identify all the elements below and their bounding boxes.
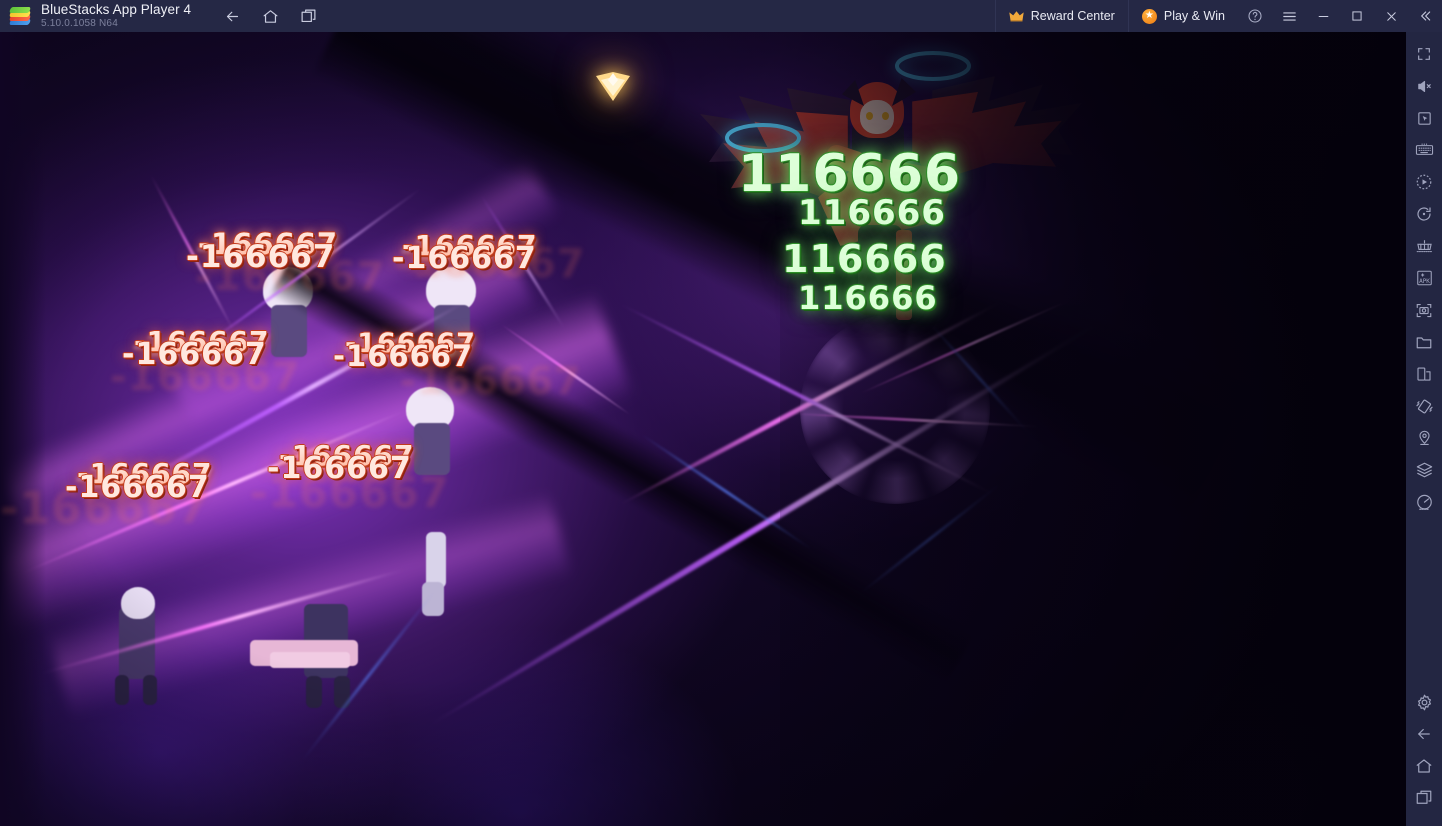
energy-beam (789, 412, 1040, 429)
sidebar-item-macro-recorder[interactable] (1406, 166, 1442, 198)
svg-text:APK: APK (1419, 278, 1430, 285)
sidebar-top-items: APK (1406, 32, 1442, 518)
scene-left-edge-shade (0, 32, 46, 826)
energy-beam (619, 302, 996, 497)
titlebar-nav-group (217, 3, 323, 29)
menu-icon (1282, 11, 1296, 21)
damage-number-red: -166667 (267, 451, 412, 486)
sidebar-item-install-apk[interactable]: APK (1406, 262, 1442, 294)
home-icon (263, 9, 278, 23)
titlebar-back-button[interactable] (217, 3, 247, 29)
back-icon (226, 11, 238, 21)
keyboard-controls-icon (1415, 143, 1433, 155)
energy-beam (639, 432, 815, 553)
sidebar-item-location[interactable] (1406, 422, 1442, 454)
sidebar-item-screenshot[interactable] (1406, 294, 1442, 326)
bluestacks-logo-icon (8, 5, 32, 27)
help-icon (1248, 9, 1262, 23)
scene-vignette (0, 32, 1406, 826)
sidebar-item-home[interactable] (1406, 750, 1442, 782)
sidebar-item-multi-window[interactable] (1406, 358, 1442, 390)
recents-icon (301, 9, 316, 22)
multi-window-icon (1417, 367, 1431, 381)
sidebar-item-game-controls[interactable] (1406, 134, 1442, 166)
scene-background (0, 32, 1406, 826)
window-title-block: BlueStacks App Player 4 5.10.0.1058 N64 (41, 3, 191, 30)
crown-icon (1009, 10, 1024, 22)
window-titlebar: BlueStacks App Player 4 5.10.0.1058 N64 (0, 0, 1442, 32)
damage-number-green: 116666 (798, 193, 946, 233)
reward-center-button[interactable]: Reward Center (994, 0, 1128, 32)
reward-center-label: Reward Center (1030, 9, 1115, 23)
sidebar-item-media-manager[interactable] (1406, 326, 1442, 358)
impact-burst-effect (800, 314, 990, 504)
energy-beam (859, 481, 1003, 595)
multi-instance-icon (1416, 239, 1432, 252)
layers-icon (1416, 462, 1432, 478)
energy-beam (928, 322, 1032, 436)
titlebar-right-group: Reward Center ★ Play & Win (994, 0, 1442, 32)
performance-icon (1416, 494, 1432, 510)
titlebar-home-button[interactable] (255, 3, 285, 29)
rotate-icon (1417, 207, 1431, 221)
sidebar-item-recents[interactable] (1406, 782, 1442, 814)
media-manager-icon (1416, 336, 1432, 348)
game-viewport[interactable]: -166667 -166667 -166667 -166667 -166667 … (0, 32, 1406, 826)
halo-icon (895, 51, 971, 81)
ally-character (250, 592, 400, 708)
collapse-icon (1421, 11, 1431, 21)
collapse-sidebar-button[interactable] (1408, 0, 1442, 32)
screenshot-icon (1416, 303, 1432, 317)
damage-number-green: 116666 (782, 237, 947, 281)
app-version: 5.10.0.1058 N64 (41, 18, 118, 30)
close-icon (1386, 11, 1396, 21)
menu-button[interactable] (1272, 0, 1306, 32)
sidebar-bottom-items (1406, 686, 1442, 826)
sidebar-item-shake[interactable] (1406, 390, 1442, 422)
sidebar-item-settings[interactable] (1406, 686, 1442, 718)
mute-icon (1417, 80, 1431, 92)
shake-icon (1415, 399, 1433, 413)
cursor-icon (1417, 111, 1431, 125)
sidebar-item-rotate[interactable] (1406, 198, 1442, 230)
maximize-icon (1352, 11, 1362, 21)
damage-number-red: -166667 (65, 470, 210, 505)
maximize-button[interactable] (1340, 0, 1374, 32)
target-chevron-marker-icon (592, 70, 634, 104)
tools-sidebar: APK (1406, 32, 1442, 826)
location-icon (1418, 430, 1430, 445)
play-and-win-button[interactable]: ★ Play & Win (1127, 0, 1238, 32)
fullscreen-icon (1418, 48, 1430, 60)
back-icon (1418, 728, 1430, 740)
damage-number-red: -166667 (122, 337, 267, 372)
home-icon (1416, 759, 1432, 773)
help-button[interactable] (1238, 0, 1272, 32)
star-badge-icon: ★ (1141, 8, 1157, 24)
sidebar-item-fullscreen[interactable] (1406, 38, 1442, 70)
sidebar-item-mute[interactable] (1406, 70, 1442, 102)
sidebar-item-cursor[interactable] (1406, 102, 1442, 134)
sidebar-item-back[interactable] (1406, 718, 1442, 750)
app-title: BlueStacks App Player 4 (41, 1, 192, 17)
ally-character (418, 532, 458, 622)
close-button[interactable] (1374, 0, 1408, 32)
damage-number-red: -166667 (333, 339, 474, 373)
sidebar-item-multi-instance[interactable] (1406, 230, 1442, 262)
install-apk-icon: APK (1416, 270, 1432, 286)
play-and-win-label: Play & Win (1163, 9, 1225, 23)
energy-beam (618, 300, 1001, 507)
macro-recorder-icon (1416, 174, 1432, 190)
damage-number-red: -166667 (392, 241, 537, 276)
sidebar-item-performance[interactable] (1406, 486, 1442, 518)
ally-character (105, 587, 175, 705)
titlebar-recents-button[interactable] (293, 3, 323, 29)
minimize-icon (1318, 15, 1328, 17)
minimize-button[interactable] (1306, 0, 1340, 32)
damage-number-green: 116666 (798, 279, 938, 317)
recents-icon (1416, 790, 1432, 804)
sidebar-item-eco-mode[interactable] (1406, 454, 1442, 486)
damage-number-red: -166667 (186, 239, 336, 275)
settings-gear-icon (1417, 694, 1431, 710)
